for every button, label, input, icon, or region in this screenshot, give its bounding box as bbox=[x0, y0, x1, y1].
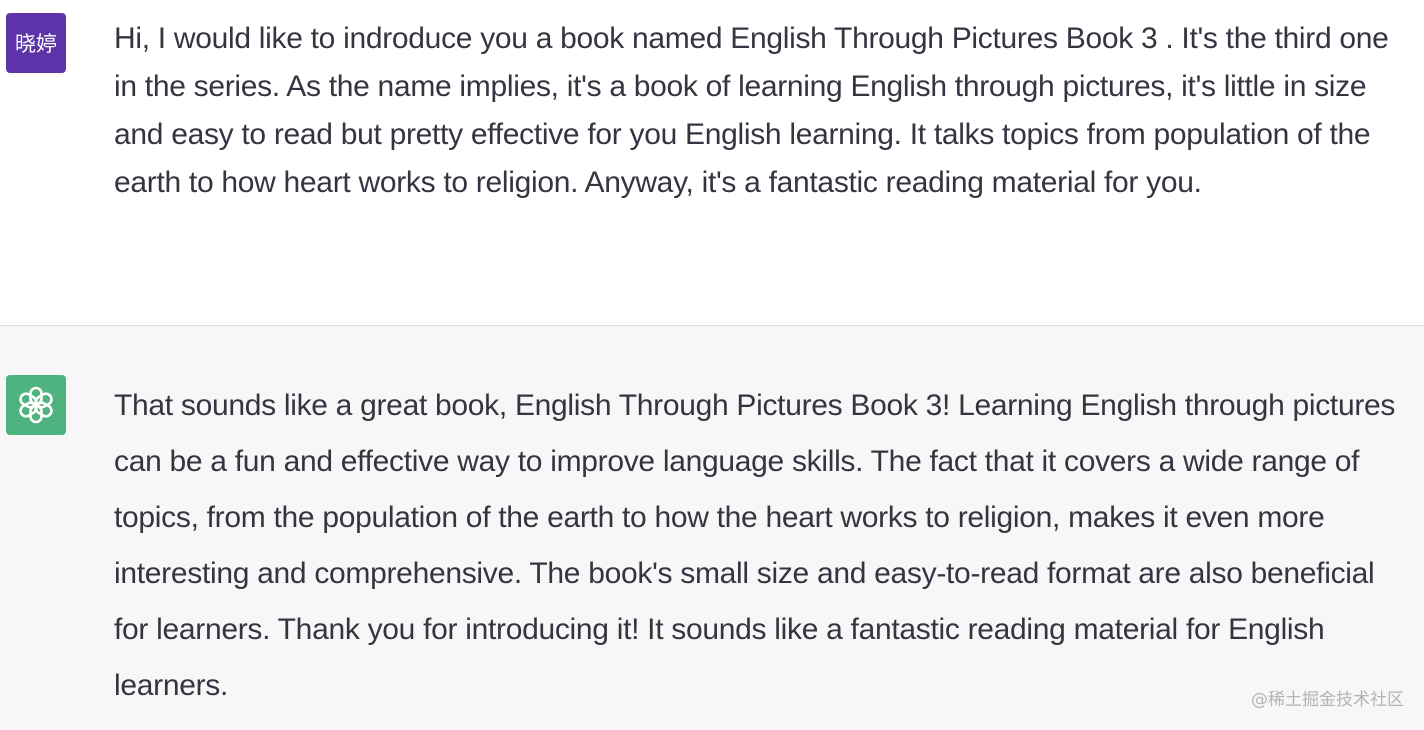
watermark: @稀土掘金技术社区 bbox=[1251, 690, 1404, 710]
user-avatar-label: 晓婷 bbox=[15, 32, 57, 56]
assistant-message-text: That sounds like a great book, English T… bbox=[114, 389, 1396, 702]
openai-logo-icon bbox=[19, 386, 53, 424]
user-message-text: Hi, I would like to indroduce you a book… bbox=[114, 22, 1389, 199]
assistant-message-row: That sounds like a great book, English T… bbox=[0, 326, 1424, 730]
user-message-row: 晓婷 Hi, I would like to indroduce you a b… bbox=[0, 0, 1424, 325]
assistant-avatar bbox=[6, 375, 66, 435]
user-avatar: 晓婷 bbox=[6, 13, 66, 73]
